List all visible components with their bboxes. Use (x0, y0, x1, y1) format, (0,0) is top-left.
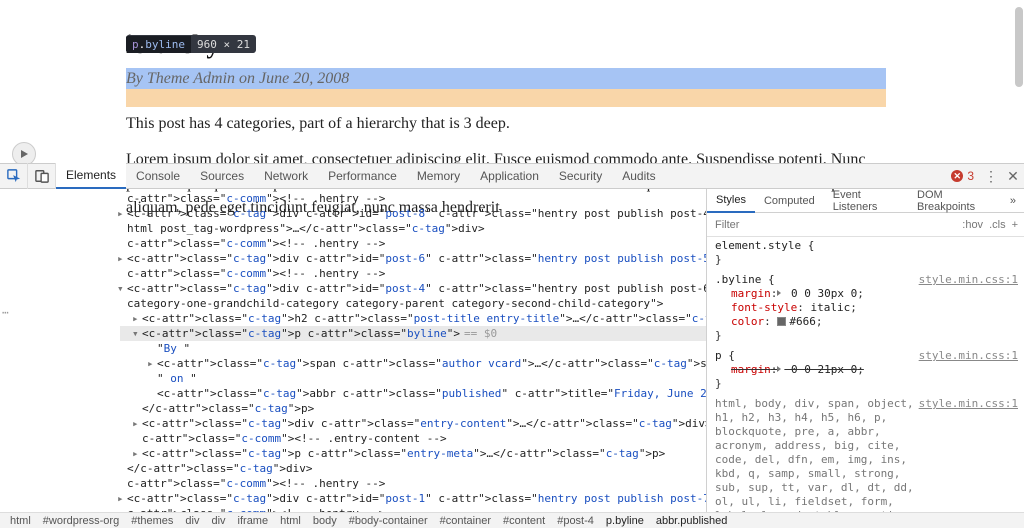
tab-performance[interactable]: Performance (318, 163, 407, 189)
breadcrumb-item[interactable]: #container (434, 515, 497, 527)
dom-line[interactable]: "By " (135, 341, 706, 356)
styles-tabs: Styles Computed Event Listeners DOM Brea… (707, 189, 1024, 213)
dom-line[interactable]: c-attr">class="c-comm"><!-- .hentry --> (105, 236, 706, 251)
breadcrumb-item[interactable]: #post-4 (551, 515, 600, 527)
dom-line[interactable]: c-attr">class="c-comm"><!-- .entry-conte… (120, 431, 706, 446)
gutter-dots-icon: ⋯ (2, 305, 10, 320)
css-decl[interactable]: margin: 0 0 21px 0; (731, 363, 1018, 377)
breadcrumb-item[interactable]: p.byline (600, 515, 650, 527)
device-icon[interactable] (28, 163, 56, 189)
breadcrumb-item[interactable]: #wordpress-org (37, 515, 125, 527)
inspect-tooltip: p.byline 960 × 21 (126, 35, 256, 53)
dom-line[interactable]: <c-attr">class="c-tag">abbr c-attr">clas… (135, 386, 706, 401)
dom-line[interactable]: ▾<c-attr">class="c-tag">div c-attr">id="… (105, 281, 706, 296)
paragraph-1: This post has 4 categories, part of a hi… (126, 112, 896, 136)
dom-line[interactable]: ▸<c-attr">class="c-tag">div c-attr">id="… (105, 251, 706, 266)
dom-line[interactable]: </c-attr">class="c-tag">p> (120, 401, 706, 416)
breadcrumb-item[interactable]: #content (497, 515, 551, 527)
rule-byline[interactable]: .byline {style.min.css:1margin: 0 0 30px… (715, 273, 1018, 343)
css-decl[interactable]: margin: 0 0 30px 0; (731, 287, 1018, 301)
breadcrumb-item[interactable]: #themes (125, 515, 179, 527)
breadcrumb-item[interactable]: body (307, 515, 343, 527)
styles-tab-computed[interactable]: Computed (755, 189, 824, 213)
breadcrumb-item[interactable]: div (179, 515, 205, 527)
devtools-tabbar: Elements Console Sources Network Perform… (0, 163, 1024, 189)
error-badge[interactable]: ✕3 (951, 169, 974, 183)
css-decl[interactable]: font-style: italic; (731, 301, 1018, 315)
byline-text: By Theme Admin on June 20, 2008 (126, 68, 1010, 90)
dom-line[interactable]: ▸<c-attr">class="c-tag">div c-attr">clas… (120, 416, 706, 431)
dom-line[interactable]: ▸<c-attr">class="c-tag">div c-attr">id="… (105, 206, 706, 221)
tab-elements[interactable]: Elements (56, 163, 126, 189)
dom-breadcrumb[interactable]: html#wordpress-org#themesdivdiviframehtm… (0, 512, 1024, 528)
rule-reset[interactable]: html, body, div, span, object, h1, h2, h… (715, 397, 1018, 512)
breadcrumb-item[interactable]: abbr.published (650, 515, 734, 527)
breadcrumb-item[interactable]: #body-container (343, 515, 434, 527)
breadcrumb-item[interactable]: html (274, 515, 307, 527)
dom-line[interactable]: ▸<c-attr">class="c-tag">h2 c-attr">class… (120, 311, 706, 326)
breadcrumb-item[interactable]: iframe (232, 515, 275, 527)
styles-tab-styles[interactable]: Styles (707, 189, 755, 213)
rule-element-style[interactable]: element.style {} (715, 239, 1018, 267)
cls-toggle[interactable]: .cls (989, 219, 1006, 231)
tab-application[interactable]: Application (470, 163, 549, 189)
styles-tab-dombp[interactable]: DOM Breakpoints (908, 189, 1002, 213)
styles-panel: Styles Computed Event Listeners DOM Brea… (706, 189, 1024, 512)
styles-tab-listeners[interactable]: Event Listeners (824, 189, 908, 213)
dom-line[interactable]: category-one-grandchild-category categor… (105, 296, 706, 311)
chevron-right-icon[interactable]: » (1002, 195, 1024, 207)
tab-console[interactable]: Console (126, 163, 190, 189)
dom-line[interactable]: ▸<c-attr">class="c-tag">span c-attr">cla… (135, 356, 706, 371)
dom-line[interactable]: html post_tag-wordpress">…</c-attr">clas… (105, 221, 706, 236)
dom-line[interactable]: </c-attr">class="c-tag">div> (105, 461, 706, 476)
dom-line[interactable]: " on " (135, 371, 706, 386)
post-title: ierarchy (126, 30, 1010, 60)
tab-sources[interactable]: Sources (190, 163, 254, 189)
tab-memory[interactable]: Memory (407, 163, 470, 189)
tab-security[interactable]: Security (549, 163, 612, 189)
dom-line-selected[interactable]: ▾<c-attr">class="c-tag">p c-attr">class=… (120, 326, 706, 341)
dom-line[interactable]: ▸<c-attr">class="c-tag">p c-attr">class=… (120, 446, 706, 461)
breadcrumb-item[interactable]: html (4, 515, 37, 527)
dom-line[interactable]: c-attr">class="c-comm"><!-- .hentry --> (105, 266, 706, 281)
rendered-page: p.byline 960 × 21 ierarchy By Theme Admi… (0, 0, 1010, 160)
tab-network[interactable]: Network (254, 163, 318, 189)
inspect-icon[interactable] (0, 163, 28, 189)
hov-toggle[interactable]: :hov (962, 219, 983, 231)
page-scrollbar[interactable] (1014, 5, 1024, 155)
dom-line[interactable]: c-attr">class="c-comm"><!-- .hentry --> (105, 476, 706, 491)
rules-list[interactable]: element.style {} .byline {style.min.css:1… (707, 237, 1024, 512)
css-decl[interactable]: color: #666; (731, 315, 1018, 329)
tab-audits[interactable]: Audits (612, 163, 665, 189)
add-rule-button[interactable]: + (1012, 219, 1018, 231)
dom-line[interactable]: c-attr">class="c-comm"><!-- .hentry --> (105, 191, 706, 206)
kebab-icon[interactable]: ⋮ (980, 168, 1002, 185)
breadcrumb-item[interactable]: div (205, 515, 231, 527)
dom-line[interactable]: ▸<c-attr">class="c-tag">div c-attr">id="… (105, 491, 706, 506)
elements-panel[interactable]: ⋯ c-attr">class="c-comm"><!-- .hentry --… (0, 189, 706, 512)
byline-highlight: By Theme Admin on June 20, 2008 (126, 68, 1010, 90)
styles-filter-input[interactable] (713, 218, 956, 232)
rule-p[interactable]: p {style.min.css:1margin: 0 0 21px 0;} (715, 349, 1018, 391)
close-icon[interactable]: ✕ (1002, 168, 1024, 185)
